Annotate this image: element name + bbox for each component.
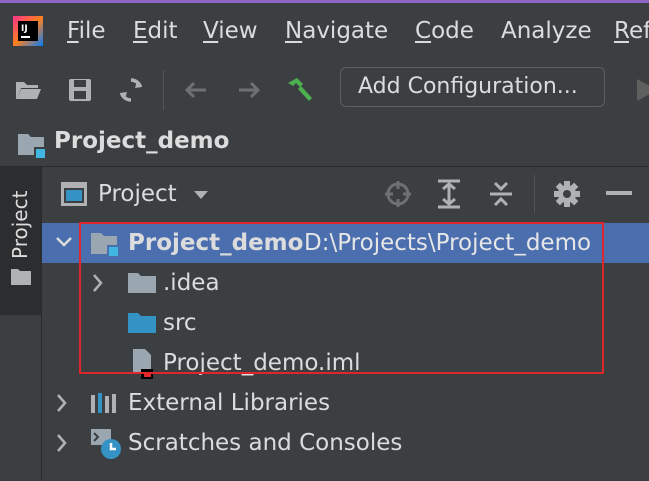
menu-mnemonic: N [285,18,303,44]
build-hammer-icon[interactable] [285,76,313,104]
tree-row-root[interactable]: Project_demo D:\Projects\Project_demo [42,223,649,263]
menu-label: ile [78,18,106,44]
run-icon[interactable] [633,76,649,104]
chevron-right-icon[interactable] [56,433,68,453]
project-view-icon [61,182,87,206]
folder-icon [128,273,156,293]
chevron-right-icon[interactable] [92,273,104,293]
forward-arrow-icon[interactable] [235,76,263,104]
project-tool-label: Project [8,190,32,259]
breadcrumb-project[interactable]: Project_demo [54,128,229,154]
menu-mnemonic: F [67,18,79,44]
menu-mnemonic: E [133,18,148,44]
menu-mnemonic: V [203,18,219,44]
menu-label: Analyze [501,18,592,44]
menu-refactor[interactable]: Ref [614,18,649,44]
locate-target-icon[interactable] [384,180,412,208]
tree-item-label: Scratches and Consoles [128,430,403,456]
project-folder-icon [18,134,45,158]
gear-icon[interactable] [553,180,581,208]
chevron-down-icon[interactable] [192,189,210,201]
menu-label: avigate [302,18,389,44]
menu-label: iew [218,18,258,44]
chevron-right-icon[interactable] [56,393,68,413]
intellij-logo-icon: IJ [13,16,43,46]
svg-text:IJ: IJ [21,24,28,34]
module-file-icon [133,349,153,379]
scratches-clock-icon [91,429,121,459]
tree-item-label: src [163,310,197,336]
menu-code[interactable]: Code [415,18,474,44]
chevron-down-icon[interactable] [55,236,73,248]
tree-row-scratches[interactable]: Scratches and Consoles [42,423,649,463]
menu-label: ode [431,18,474,44]
toolbar-separator [163,70,164,110]
menu-navigate[interactable]: Navigate [285,18,388,44]
breadcrumb: Project_demo [0,122,649,166]
project-view-selector[interactable]: Project [98,181,177,207]
tree-item-label: External Libraries [128,390,331,416]
menu-edit[interactable]: Edit [133,18,178,44]
menu-bar: IJ File Edit View Navigate Code Analyze … [0,3,649,59]
tool-window-strip: Project [0,167,42,481]
back-arrow-icon[interactable] [182,76,210,104]
tree-row-external-libraries[interactable]: External Libraries [42,383,649,423]
project-folder-icon [91,233,118,256]
root-name: Project_demo [128,230,304,256]
menu-label: dit [147,18,178,44]
save-icon[interactable] [66,76,94,104]
menu-mnemonic: C [415,18,432,44]
menu-file[interactable]: File [67,18,106,44]
main-toolbar: Add Configuration... [0,62,649,118]
folder-icon [11,269,31,285]
tree-row-idea[interactable]: .idea [42,263,649,303]
open-folder-icon[interactable] [14,76,42,104]
root-path: D:\Projects\Project_demo [304,230,592,256]
menu-mnemonic: R [614,18,629,44]
sync-icon[interactable] [117,76,145,104]
project-tree: Project_demo D:\Projects\Project_demo .i… [42,221,649,481]
tree-row-iml[interactable]: Project_demo.iml [42,343,649,383]
header-separator [534,175,535,213]
menu-label: ef [628,18,649,44]
libraries-icon [91,393,116,413]
expand-all-icon[interactable] [436,179,462,209]
source-folder-icon [128,313,156,333]
collapse-all-icon[interactable] [488,179,514,209]
tree-item-label: Project_demo.iml [163,350,361,376]
tree-row-src[interactable]: src [42,303,649,343]
project-tool-button[interactable]: Project [0,167,41,315]
menu-view[interactable]: View [203,18,258,44]
tree-item-label: .idea [163,270,220,296]
add-configuration-button[interactable]: Add Configuration... [340,67,605,107]
minimize-icon[interactable] [606,191,632,197]
menu-analyze[interactable]: Analyze [501,18,592,44]
project-panel-header: Project [42,167,649,221]
